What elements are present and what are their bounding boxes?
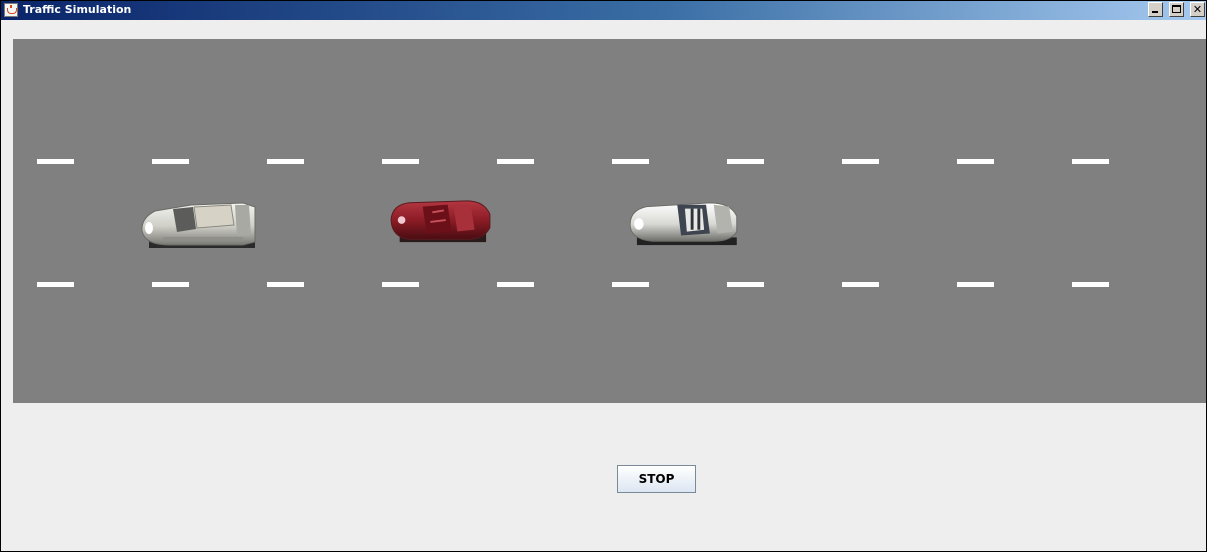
minimize-icon (1151, 11, 1158, 13)
lane-dash (727, 282, 764, 287)
lane-dash (152, 159, 189, 164)
car-white-1 (141, 202, 256, 248)
lane-dash (727, 159, 764, 164)
window-title: Traffic Simulation (23, 3, 132, 16)
lane-dash (957, 159, 994, 164)
close-icon: ✕ (1192, 3, 1203, 16)
lane-dash (1072, 159, 1109, 164)
lane-dash (497, 159, 534, 164)
lane-dash (382, 282, 419, 287)
java-app-icon (4, 3, 18, 17)
lane-dash (152, 282, 189, 287)
control-panel: STOP (13, 403, 1206, 551)
lane-dash (37, 159, 74, 164)
close-button[interactable]: ✕ (1190, 2, 1205, 17)
app-window: Traffic Simulation ✕ STOP (0, 0, 1207, 552)
lane-dash (612, 159, 649, 164)
minimize-button[interactable] (1147, 2, 1163, 17)
lane-dash (267, 159, 304, 164)
lane-dash (37, 282, 74, 287)
maximize-button[interactable] (1168, 2, 1184, 17)
lane-dash (497, 282, 534, 287)
stop-button[interactable]: STOP (617, 465, 696, 493)
lane-dash (957, 282, 994, 287)
car-red (390, 200, 491, 243)
road-canvas (13, 39, 1206, 403)
title-bar[interactable]: Traffic Simulation ✕ (1, 1, 1206, 20)
lane-dash (382, 159, 419, 164)
maximize-icon (1171, 5, 1181, 13)
car-white-2 (629, 202, 738, 246)
window-controls: ✕ (1147, 2, 1205, 19)
lane-dash (612, 282, 649, 287)
lane-dash (842, 159, 879, 164)
lane-dash (842, 282, 879, 287)
lane-dash (267, 282, 304, 287)
lane-dash (1072, 282, 1109, 287)
